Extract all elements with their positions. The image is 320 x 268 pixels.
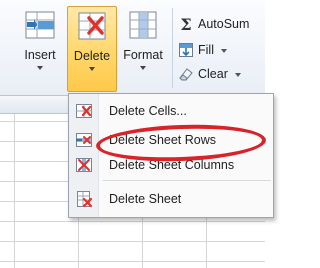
menu-item-delete-sheet-rows[interactable]: Delete Sheet Rows	[69, 127, 273, 153]
chevron-down-icon	[89, 67, 95, 71]
autosum-button[interactable]: Σ AutoSum	[178, 14, 249, 34]
ribbon-divider	[172, 8, 173, 88]
delete-dropdown-menu: Delete Cells... Delete Sheet Rows Delete…	[68, 93, 274, 218]
format-label: Format	[123, 48, 163, 62]
menu-item-label: Delete Sheet Columns	[109, 158, 235, 172]
ribbon-cells-group: Insert Delete Format Σ AutoSum Fill Clea…	[0, 0, 265, 96]
clear-label: Clear	[198, 67, 228, 81]
insert-cells-icon	[25, 11, 55, 39]
fill-label: Fill	[198, 43, 214, 57]
delete-cells-icon	[78, 12, 106, 40]
insert-button[interactable]: Insert	[18, 6, 62, 92]
menu-item-label: Delete Sheet Rows	[109, 133, 217, 147]
delete-label: Delete	[73, 49, 111, 63]
delete-button[interactable]: Delete	[67, 6, 117, 92]
menu-item-delete-sheet[interactable]: Delete Sheet	[69, 186, 273, 212]
menu-item-label: Delete Sheet	[109, 192, 182, 206]
chevron-down-icon	[140, 66, 146, 70]
format-button[interactable]: Format	[119, 6, 167, 92]
delete-sheet-icon	[77, 191, 93, 208]
chevron-down-icon	[220, 49, 227, 53]
delete-cells-icon	[76, 104, 92, 118]
chevron-down-icon	[37, 66, 43, 70]
insert-label: Insert	[24, 48, 56, 62]
eraser-icon	[179, 68, 193, 81]
autosum-label: AutoSum	[198, 17, 250, 31]
menu-item-delete-sheet-columns[interactable]: Delete Sheet Columns	[69, 152, 273, 178]
delete-rows-icon	[76, 133, 92, 147]
chevron-down-icon	[234, 73, 241, 77]
menu-item-delete-cells[interactable]: Delete Cells...	[69, 98, 273, 124]
menu-item-label: Delete Cells...	[109, 104, 187, 118]
clear-button[interactable]: Clear	[178, 64, 241, 84]
menu-separator	[103, 180, 271, 181]
delete-columns-icon	[76, 158, 92, 172]
format-cells-icon	[129, 11, 157, 39]
fill-button[interactable]: Fill	[178, 40, 227, 60]
sigma-icon: Σ	[180, 14, 192, 34]
fill-down-icon	[179, 43, 193, 57]
